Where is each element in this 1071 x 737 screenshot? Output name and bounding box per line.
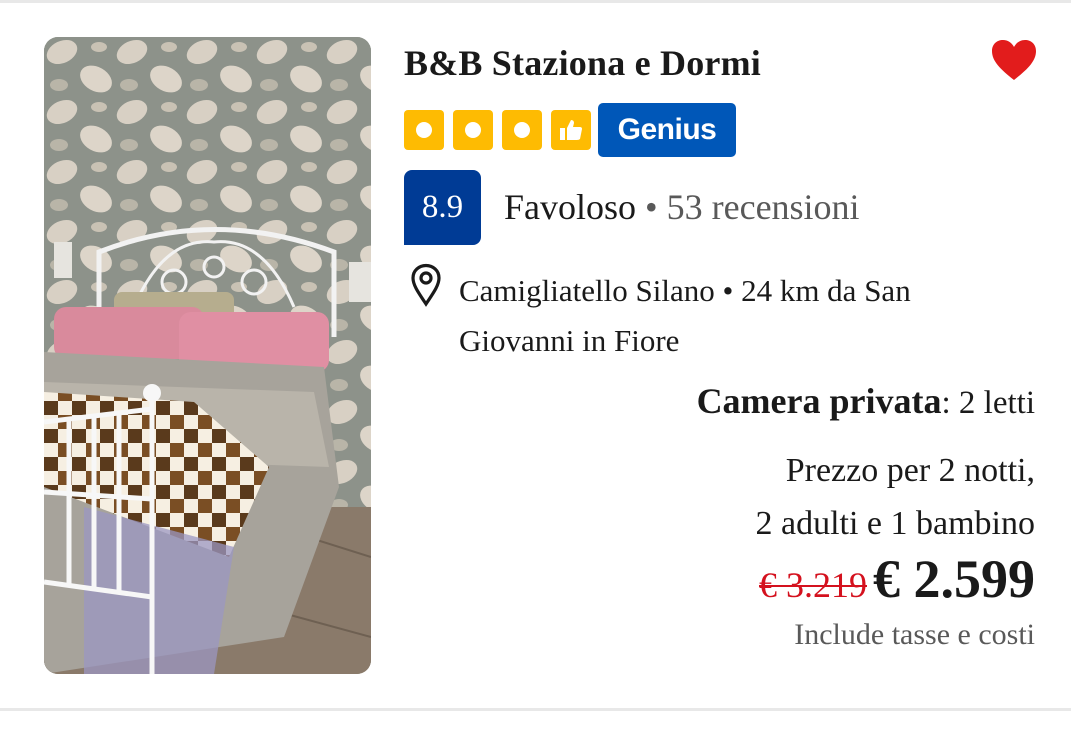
- room-info: Camera privata: 2 letti: [697, 380, 1035, 422]
- genius-badge: Genius: [598, 103, 736, 157]
- price-for: Prezzo per 2 notti, 2 adulti e 1 bambino: [755, 444, 1035, 550]
- bedroom-image: [44, 37, 371, 674]
- heart-icon[interactable]: [990, 38, 1038, 82]
- price-row: € 3.219 € 2.599: [759, 548, 1035, 610]
- thumbs-up-icon: [551, 110, 591, 150]
- map-pin-icon: [411, 263, 441, 307]
- property-photo[interactable]: [44, 37, 371, 674]
- separator-dot: •: [645, 187, 658, 227]
- star-rating-icon: [502, 110, 542, 150]
- taxes-note: Include tasse e costi: [794, 618, 1035, 651]
- original-price: € 3.219: [759, 565, 867, 605]
- price-for-guests: 2 adulti e 1 bambino: [755, 505, 1035, 542]
- top-divider: [0, 0, 1071, 3]
- current-price: € 2.599: [873, 549, 1035, 609]
- room-type: Camera privata: [696, 381, 942, 421]
- location-link[interactable]: Camigliatello Silano • 24 km da San Giov…: [459, 266, 1019, 366]
- star-rating-icon: [453, 110, 493, 150]
- review-score-badge[interactable]: 8.9: [404, 170, 481, 245]
- rating-row: Genius: [404, 103, 736, 157]
- price-for-stay: Prezzo per 2 notti,: [785, 452, 1035, 489]
- bottom-divider: [0, 708, 1071, 711]
- star-rating-icon: [404, 110, 444, 150]
- review-score-word: Favoloso: [504, 187, 637, 227]
- room-beds: : 2 letti: [941, 385, 1036, 421]
- property-title[interactable]: B&B Staziona e Dormi: [404, 42, 761, 84]
- review-count: 53 recensioni: [666, 187, 860, 227]
- review-summary[interactable]: Favoloso • 53 recensioni: [504, 186, 860, 228]
